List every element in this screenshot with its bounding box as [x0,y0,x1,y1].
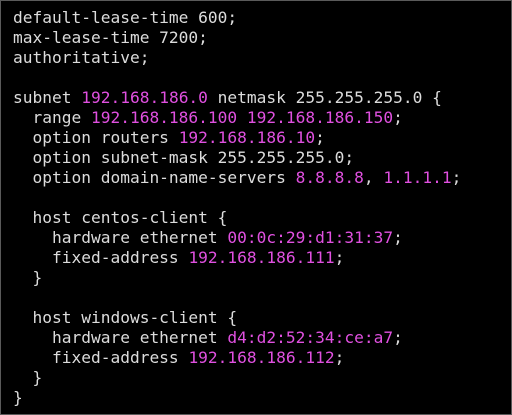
code-text: max-lease-time 7200; [13,28,208,47]
code-text: ; [451,168,462,187]
highlighted-value: 192.168.186.112 [188,348,335,367]
code-text: host windows-client { [13,308,238,327]
code-text: fixed-address [13,348,189,367]
code-text: default-lease-time 600; [13,8,238,27]
code-text: ; [393,108,403,127]
code-text: } [13,268,43,287]
code-text: , [363,168,384,187]
code-text: host centos-client { [13,208,228,227]
code-line: range 192.168.186.100 192.168.186.150; [13,108,461,128]
code-line: default-lease-time 600; [13,8,461,28]
code-text: ; [334,248,345,267]
code-line: option domain-name-servers 8.8.8.8, 1.1.… [13,168,461,188]
code-text: option subnet-mask 255.255.255.0; [13,148,355,167]
code-text: ; [393,328,403,347]
terminal-window[interactable]: default-lease-time 600; max-lease-time 72… [0,0,512,415]
code-text: option routers [13,128,179,147]
code-text: range [13,108,91,127]
code-line: option subnet-mask 255.255.255.0; [13,148,461,168]
highlighted-value: 192.168.186.100 [90,108,238,127]
highlighted-value: 192.168.186.0 [81,88,208,107]
highlighted-value: 192.168.186.10 [178,128,316,147]
code-line: hardware ethernet 00:0c:29:d1:31:37; [13,228,461,248]
config-text: default-lease-time 600; max-lease-time 72… [13,8,461,408]
code-text: ; [334,348,345,367]
code-line: fixed-address 192.168.186.111; [13,248,461,268]
code-line: hardware ethernet d4:d2:52:34:ce:a7; [13,328,461,348]
code-line: host centos-client { [13,208,461,228]
highlighted-value: 00:0c:29:d1:31:37 [227,228,394,247]
code-line: fixed-address 192.168.186.112; [13,348,461,368]
highlighted-value: d4:d2:52:34:ce:a7 [227,328,394,347]
code-text: netmask 255.255.255.0 { [207,88,442,107]
code-text: } [13,388,23,407]
code-text: hardware ethernet [13,228,228,247]
code-text: ; [393,228,403,247]
code-text: } [13,368,43,387]
code-line: } [13,268,461,288]
highlighted-value: 1.1.1.1 [383,168,452,187]
highlighted-value: 192.168.186.111 [188,248,335,267]
highlighted-value: 192.168.186.150 [246,108,394,127]
code-line: } [13,388,461,408]
code-text: fixed-address [13,248,189,267]
highlighted-value: 8.8.8.8 [295,168,364,187]
code-text: subnet [13,88,82,107]
code-text: hardware ethernet [13,328,228,347]
code-text: option domain-name-servers [13,168,296,187]
code-line: max-lease-time 7200; [13,28,461,48]
code-line: host windows-client { [13,308,461,328]
code-text: ; [315,128,325,147]
code-text: authoritative; [13,48,150,67]
code-line: authoritative; [13,48,461,68]
code-line: subnet 192.168.186.0 netmask 255.255.255… [13,88,461,108]
code-line: } [13,368,461,388]
code-line: option routers 192.168.186.10; [13,128,461,148]
